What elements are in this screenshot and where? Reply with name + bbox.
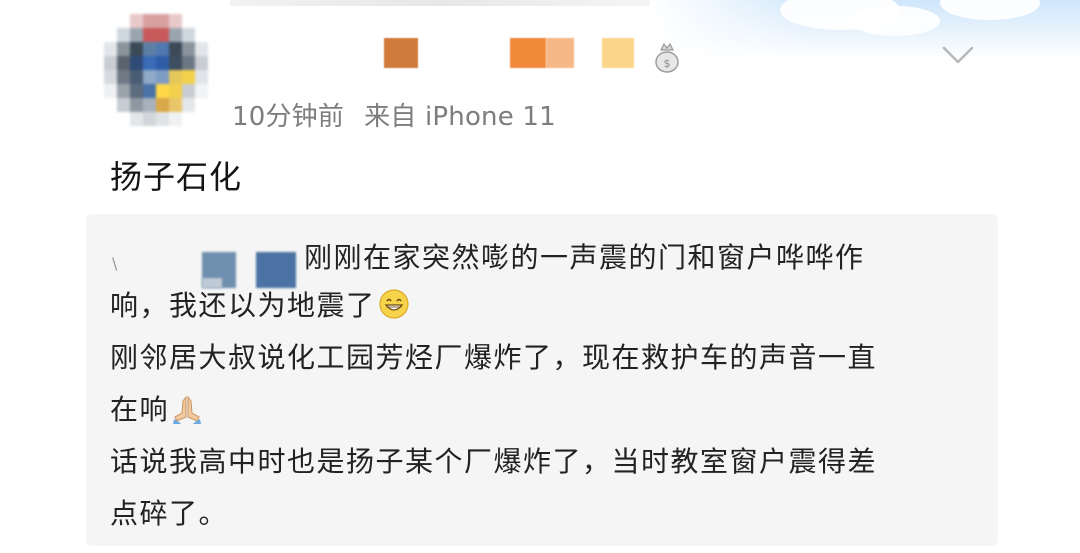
top-divider bbox=[230, 0, 650, 6]
svg-text:$: $ bbox=[664, 57, 671, 70]
avatar-pixel bbox=[130, 42, 143, 56]
avatar-pixel bbox=[156, 70, 169, 84]
avatar-pixel bbox=[156, 28, 169, 42]
avatar-pixel bbox=[130, 70, 143, 84]
avatar-pixel bbox=[117, 112, 130, 126]
avatar-pixel bbox=[169, 112, 182, 126]
header-background bbox=[650, 0, 1080, 60]
avatar-pixel bbox=[104, 112, 117, 126]
avatar-pixel bbox=[169, 84, 182, 98]
avatar-pixel bbox=[130, 84, 143, 98]
repost-line-5: 话说我高中时也是扬子某个厂爆炸了，当时教室窗户震得差 bbox=[110, 445, 878, 478]
avatar-pixel bbox=[182, 112, 195, 126]
repost-line-2: 响，我还以为地震了 bbox=[110, 280, 410, 332]
avatar-pixel bbox=[143, 70, 156, 84]
repost-line-4: 在响 bbox=[110, 384, 203, 436]
avatar-pixel bbox=[104, 28, 117, 42]
avatar-pixel bbox=[143, 14, 156, 28]
post-timestamp: 10分钟前 bbox=[232, 102, 345, 132]
avatar-pixel bbox=[169, 98, 182, 112]
avatar-pixel bbox=[169, 70, 182, 84]
avatar-pixel bbox=[195, 14, 208, 28]
post-body: 扬子石化 bbox=[110, 158, 243, 196]
avatar-pixel bbox=[117, 84, 130, 98]
repost-line-2-text: 响，我还以为地震了 bbox=[110, 289, 376, 322]
avatar-pixel bbox=[182, 42, 195, 56]
avatar-pixel bbox=[143, 28, 156, 42]
avatar-pixel bbox=[117, 98, 130, 112]
username-redacted[interactable] bbox=[384, 36, 654, 70]
avatar-pixel bbox=[143, 42, 156, 56]
avatar-pixel bbox=[143, 84, 156, 98]
avatar-pixel bbox=[143, 56, 156, 70]
avatar-pixel bbox=[169, 56, 182, 70]
avatar-pixel bbox=[117, 28, 130, 42]
chevron-down-icon[interactable] bbox=[936, 38, 980, 72]
post-source[interactable]: 来自 iPhone 11 bbox=[364, 102, 556, 132]
avatar[interactable] bbox=[104, 14, 208, 126]
avatar-pixel bbox=[195, 70, 208, 84]
avatar-pixel bbox=[104, 98, 117, 112]
avatar-pixel bbox=[182, 28, 195, 42]
avatar-pixel bbox=[130, 98, 143, 112]
avatar-pixel bbox=[104, 42, 117, 56]
avatar-pixel bbox=[117, 70, 130, 84]
avatar-pixel bbox=[195, 84, 208, 98]
avatar-pixel bbox=[104, 70, 117, 84]
avatar-pixel bbox=[104, 84, 117, 98]
avatar-pixel bbox=[195, 112, 208, 126]
avatar-pixel bbox=[156, 84, 169, 98]
avatar-pixel bbox=[117, 14, 130, 28]
avatar-pixel bbox=[117, 42, 130, 56]
avatar-pixel bbox=[156, 56, 169, 70]
repost-line-6: 点碎了。 bbox=[110, 497, 229, 530]
repost-line-4-text: 在响 bbox=[110, 393, 170, 426]
avatar-pixel bbox=[195, 56, 208, 70]
avatar-pixel bbox=[156, 112, 169, 126]
avatar-pixel bbox=[182, 84, 195, 98]
avatar-pixel bbox=[130, 56, 143, 70]
avatar-pixel bbox=[182, 56, 195, 70]
avatar-pixel bbox=[195, 28, 208, 42]
avatar-pixel bbox=[169, 42, 182, 56]
avatar-pixel bbox=[156, 42, 169, 56]
avatar-pixel bbox=[143, 98, 156, 112]
avatar-pixel bbox=[130, 112, 143, 126]
avatar-pixel bbox=[182, 14, 195, 28]
avatar-pixel bbox=[182, 70, 195, 84]
repost-line-3: 刚邻居大叔说化工园芳烃厂爆炸了，现在救护车的声音一直 bbox=[110, 341, 878, 374]
grin-emoji-icon bbox=[378, 289, 409, 319]
avatar-pixel bbox=[104, 56, 117, 70]
avatar-pixel bbox=[169, 28, 182, 42]
avatar-pixel bbox=[156, 14, 169, 28]
avatar-pixel bbox=[195, 98, 208, 112]
avatar-pixel bbox=[117, 56, 130, 70]
vip-bag-icon[interactable]: $ bbox=[652, 40, 682, 74]
repost-line-1: 刚刚在家突然嘭的一声震的门和窗户哗哗作 bbox=[304, 241, 865, 274]
pray-emoji-icon bbox=[173, 395, 202, 424]
post-meta: 10分钟前 来自 iPhone 11 bbox=[232, 96, 556, 133]
avatar-pixel bbox=[156, 98, 169, 112]
avatar-pixel bbox=[130, 28, 143, 42]
avatar-pixel bbox=[182, 98, 195, 112]
avatar-pixel bbox=[195, 42, 208, 56]
avatar-pixel bbox=[169, 14, 182, 28]
avatar-pixel bbox=[130, 14, 143, 28]
quote-mark: \ bbox=[112, 254, 118, 273]
avatar-pixel bbox=[143, 112, 156, 126]
repost-card[interactable]: \ 刚刚在家突然嘭的一声震的门和窗户哗哗作 响，我还以为地震了 刚邻居大叔说化工… bbox=[86, 214, 998, 546]
avatar-pixel bbox=[104, 14, 117, 28]
